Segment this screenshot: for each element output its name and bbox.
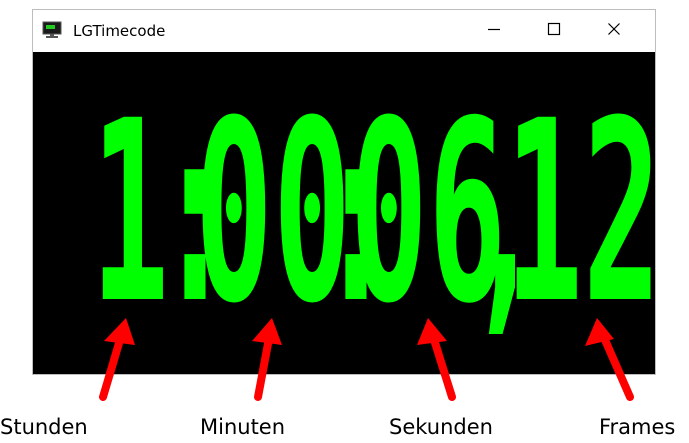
minimize-button[interactable] — [465, 10, 523, 52]
timecode-frames: 12 — [505, 67, 655, 358]
app-window: LGTimecode 1:00:06, 12 — [32, 9, 656, 375]
label-seconds: Sekunden — [389, 415, 493, 439]
timecode-canvas: 1:00:06,12 — [91, 67, 655, 358]
minimize-icon — [487, 22, 501, 41]
stage: LGTimecode 1:00:06, 12 Stunden Minuten S… — [0, 0, 689, 443]
timecode-display: 1:00:06, 12 — [33, 52, 655, 374]
window-title: LGTimecode — [73, 22, 166, 40]
label-frames: Frames — [599, 415, 676, 439]
title-bar[interactable]: LGTimecode — [33, 10, 655, 52]
label-minutes: Minuten — [200, 415, 286, 439]
app-monitor-icon — [42, 21, 62, 39]
close-button[interactable] — [585, 10, 643, 52]
label-hours: Stunden — [0, 415, 88, 439]
maximize-button[interactable] — [525, 10, 583, 52]
close-icon — [607, 22, 621, 41]
maximize-icon — [547, 22, 561, 41]
